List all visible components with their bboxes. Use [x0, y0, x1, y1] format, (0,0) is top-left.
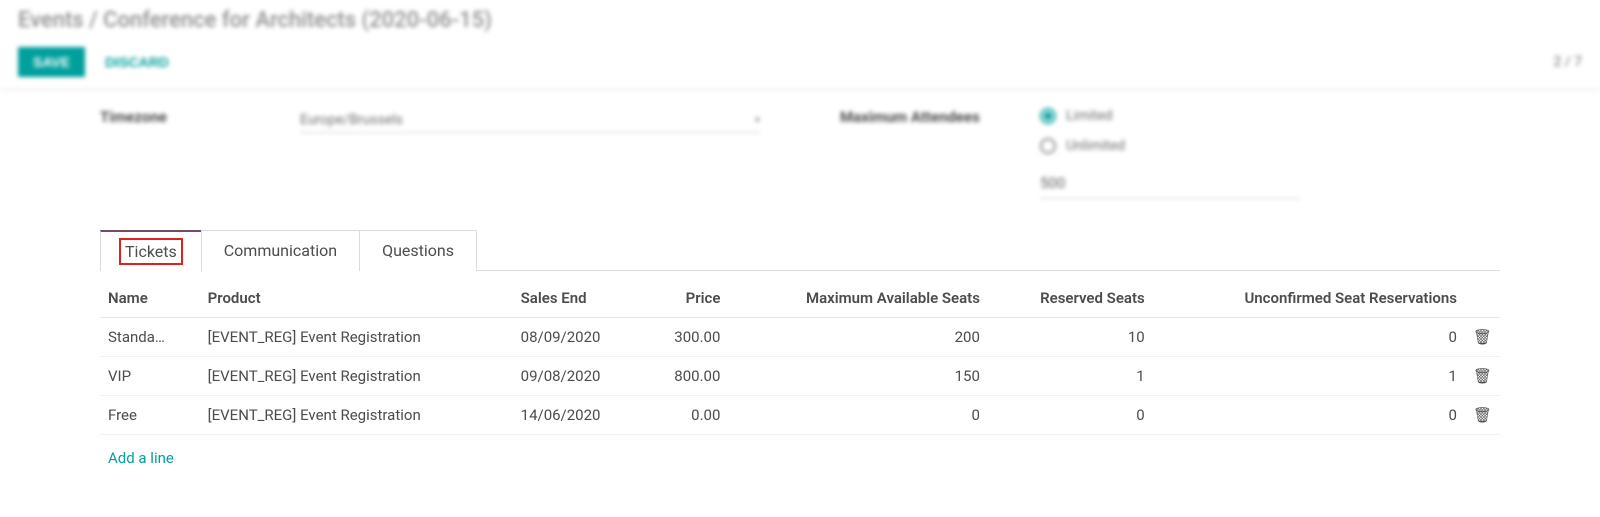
- max-attendees-radio-group: Limited Unlimited 500: [1040, 108, 1500, 199]
- cell-price[interactable]: 800.00: [644, 357, 729, 396]
- cell-unconfirmed[interactable]: 0: [1153, 318, 1465, 357]
- tab-questions-label: Questions: [382, 241, 454, 260]
- breadcrumb-root[interactable]: Events: [18, 8, 84, 33]
- discard-button[interactable]: DISCARD: [105, 54, 169, 70]
- add-line-button[interactable]: Add a line: [100, 435, 182, 481]
- radio-unlimited[interactable]: Unlimited: [1040, 138, 1500, 154]
- cell-unconfirmed[interactable]: 0: [1153, 396, 1465, 435]
- tab-communication[interactable]: Communication: [201, 230, 360, 271]
- table-row[interactable]: VIP [EVENT_REG] Event Registration 09/08…: [100, 357, 1500, 396]
- save-button[interactable]: SAVE: [18, 47, 85, 77]
- tab-questions[interactable]: Questions: [359, 230, 477, 271]
- th-product[interactable]: Product: [200, 275, 513, 318]
- cell-sales-end[interactable]: 14/06/2020: [513, 396, 644, 435]
- tab-tickets[interactable]: Tickets: [100, 230, 202, 271]
- cell-max-seats[interactable]: 150: [728, 357, 988, 396]
- cell-reserved[interactable]: 0: [988, 396, 1153, 435]
- breadcrumb-title: Conference for Architects (2020-06-15): [103, 8, 492, 33]
- cell-name[interactable]: Free: [100, 396, 200, 435]
- cell-name[interactable]: Standa…: [100, 318, 200, 357]
- timezone-value: Europe/Brussels: [300, 112, 403, 128]
- cell-price[interactable]: 0.00: [644, 396, 729, 435]
- radio-unlimited-label: Unlimited: [1066, 138, 1125, 154]
- radio-limited-label: Limited: [1066, 108, 1113, 124]
- cell-sales-end[interactable]: 08/09/2020: [513, 318, 644, 357]
- th-sales-end[interactable]: Sales End: [513, 275, 644, 318]
- th-max-seats[interactable]: Maximum Available Seats: [728, 275, 988, 318]
- cell-unconfirmed[interactable]: 1: [1153, 357, 1465, 396]
- cell-product[interactable]: [EVENT_REG] Event Registration: [200, 357, 513, 396]
- breadcrumb-sep: /: [84, 8, 104, 33]
- chevron-down-icon: ▾: [755, 115, 760, 126]
- radio-limited-icon: [1040, 108, 1056, 124]
- table-header-row: Name Product Sales End Price Maximum Ava…: [100, 275, 1500, 318]
- table-row[interactable]: Standa… [EVENT_REG] Event Registration 0…: [100, 318, 1500, 357]
- tab-tickets-label: Tickets: [123, 242, 179, 261]
- cell-reserved[interactable]: 1: [988, 357, 1153, 396]
- radio-limited[interactable]: Limited: [1040, 108, 1500, 124]
- cell-reserved[interactable]: 10: [988, 318, 1153, 357]
- breadcrumb: Events / Conference for Architects (2020…: [18, 8, 1582, 33]
- th-reserved[interactable]: Reserved Seats: [988, 275, 1153, 318]
- cell-max-seats[interactable]: 200: [728, 318, 988, 357]
- cell-sales-end[interactable]: 09/08/2020: [513, 357, 644, 396]
- tab-bar: Tickets Communication Questions: [100, 229, 1500, 271]
- radio-unlimited-icon: [1040, 138, 1056, 154]
- cell-product[interactable]: [EVENT_REG] Event Registration: [200, 318, 513, 357]
- max-attendees-label: Maximum Attendees: [840, 108, 1000, 199]
- max-attendees-input[interactable]: 500: [1040, 168, 1300, 199]
- timezone-select[interactable]: Europe/Brussels ▾: [300, 108, 760, 133]
- pager[interactable]: 2 / 7: [1554, 54, 1582, 70]
- th-unconfirmed[interactable]: Unconfirmed Seat Reservations: [1153, 275, 1465, 318]
- cell-name[interactable]: VIP: [100, 357, 200, 396]
- cell-price[interactable]: 300.00: [644, 318, 729, 357]
- th-price[interactable]: Price: [644, 275, 729, 318]
- trash-icon[interactable]: 🗑: [1465, 318, 1500, 357]
- cell-product[interactable]: [EVENT_REG] Event Registration: [200, 396, 513, 435]
- cell-max-seats[interactable]: 0: [728, 396, 988, 435]
- table-row[interactable]: Free [EVENT_REG] Event Registration 14/0…: [100, 396, 1500, 435]
- th-name[interactable]: Name: [100, 275, 200, 318]
- header-area: Events / Conference for Architects (2020…: [0, 0, 1600, 90]
- tickets-table: Name Product Sales End Price Maximum Ava…: [100, 275, 1500, 435]
- timezone-label: Timezone: [100, 108, 260, 199]
- tab-communication-label: Communication: [224, 241, 337, 260]
- form-fields: Timezone Europe/Brussels ▾ Maximum Atten…: [60, 90, 1540, 229]
- trash-icon[interactable]: 🗑: [1465, 396, 1500, 435]
- trash-icon[interactable]: 🗑: [1465, 357, 1500, 396]
